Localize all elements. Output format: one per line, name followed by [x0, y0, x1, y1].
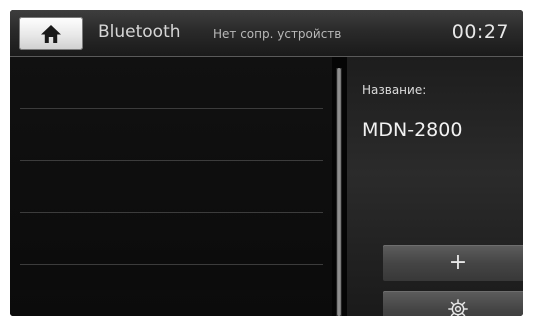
device-details-panel: Название: MDN-2800 +: [347, 57, 523, 316]
home-icon: [41, 24, 61, 43]
home-button[interactable]: [19, 17, 83, 50]
list-item[interactable]: [20, 265, 323, 316]
list-item[interactable]: [20, 161, 323, 213]
connection-status: Нет сопр. устройств: [213, 27, 342, 41]
device-name-value: MDN-2800: [362, 119, 463, 141]
device-name-label: Название:: [362, 83, 427, 97]
list-item[interactable]: [20, 109, 323, 161]
add-device-button[interactable]: +: [383, 245, 523, 281]
paired-device-list[interactable]: [10, 57, 332, 316]
settings-button[interactable]: [383, 291, 523, 316]
plus-icon: +: [448, 250, 468, 275]
list-scrollbar[interactable]: [336, 68, 342, 316]
scroll-thumb[interactable]: [337, 68, 341, 316]
list-item[interactable]: [20, 213, 323, 265]
page-title: Bluetooth: [98, 22, 181, 42]
top-bar: Bluetooth Нет сопр. устройств 00:27: [10, 10, 523, 57]
list-item[interactable]: [20, 57, 323, 109]
gear-icon: [448, 299, 468, 316]
clock: 00:27: [451, 21, 509, 43]
bluetooth-screen: Bluetooth Нет сопр. устройств 00:27 Назв…: [10, 10, 523, 316]
